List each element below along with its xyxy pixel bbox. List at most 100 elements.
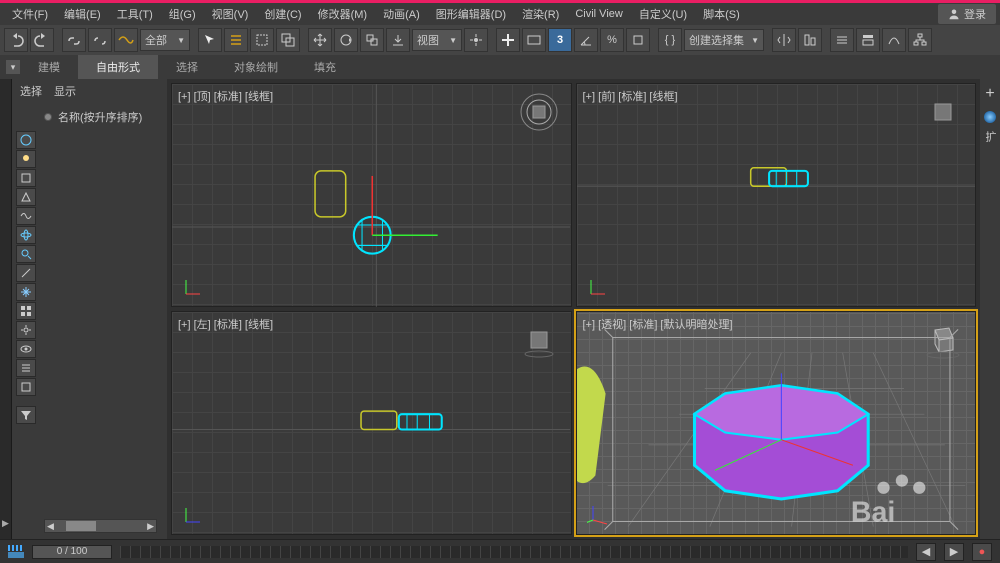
align-button[interactable] — [798, 28, 822, 52]
login-label: 登录 — [964, 6, 986, 22]
align-icon — [803, 33, 817, 47]
scene-h-scrollbar[interactable]: ◀ ▶ — [44, 519, 157, 533]
login-button[interactable]: 登录 — [938, 4, 996, 24]
select-by-name-button[interactable] — [224, 28, 248, 52]
menu-tools[interactable]: 工具(T) — [109, 4, 161, 24]
viewport-top[interactable]: [+] [顶] [标准] [线框] — [171, 83, 572, 307]
display-groups-button[interactable] — [16, 302, 36, 320]
menu-views[interactable]: 视图(V) — [204, 4, 257, 24]
display-bone-button[interactable] — [16, 245, 36, 263]
keyboard-shortcut-button[interactable] — [522, 28, 546, 52]
axis-gizmo-persp — [587, 502, 611, 526]
menu-custom[interactable]: 自定义(U) — [631, 4, 695, 24]
cmdpanel-expand-label[interactable]: 扩 — [982, 131, 998, 142]
tab-populate[interactable]: 填充 — [296, 55, 354, 79]
schematic-icon — [913, 33, 927, 47]
display-spacewarps-button[interactable] — [16, 226, 36, 244]
crossing-icon — [281, 33, 295, 47]
track-bar-toggle[interactable] — [8, 545, 24, 551]
percent-snap-button[interactable]: % — [600, 28, 624, 52]
bulb-icon — [20, 153, 32, 165]
redo-button[interactable] — [30, 28, 54, 52]
selection-filter-combo[interactable]: 全部▼ — [140, 29, 190, 51]
prev-key-button[interactable]: ◀ — [916, 543, 936, 561]
schematic-view-button[interactable] — [908, 28, 932, 52]
ribbon-minimize-button[interactable]: ▾ — [6, 60, 20, 74]
ref-coord-combo[interactable]: 视图▼ — [412, 29, 462, 51]
display-containers-button[interactable] — [16, 264, 36, 282]
display-none-button[interactable] — [16, 378, 36, 396]
tab-modeling[interactable]: 建模 — [20, 55, 78, 79]
viewport-perspective[interactable]: [+] [透视] [标准] [默认明暗处理] — [576, 311, 977, 535]
time-track[interactable] — [120, 546, 908, 558]
scene-tab-display[interactable]: 显示 — [54, 83, 76, 99]
pivot-center-button[interactable] — [464, 28, 488, 52]
select-move-button[interactable] — [308, 28, 332, 52]
angle-snap-button[interactable] — [574, 28, 598, 52]
tab-object-paint[interactable]: 对象绘制 — [216, 55, 296, 79]
menu-file[interactable]: 文件(F) — [4, 4, 56, 24]
curve-editor-button[interactable] — [882, 28, 906, 52]
scroll-right-arrow-icon[interactable]: ▶ — [147, 521, 154, 532]
menu-edit[interactable]: 编辑(E) — [56, 4, 109, 24]
tab-selection[interactable]: 选择 — [158, 55, 216, 79]
name-column-header[interactable]: 名称(按升序排序) — [44, 109, 157, 125]
scene-tab-select[interactable]: 选择 — [20, 83, 42, 99]
undo-button[interactable] — [4, 28, 28, 52]
next-key-button[interactable]: ▶ — [944, 543, 964, 561]
menu-civil[interactable]: Civil View — [567, 6, 630, 22]
track-bar-toggle-2[interactable] — [8, 552, 24, 558]
create-tab-icon[interactable]: + — [985, 85, 994, 103]
unlink-button[interactable] — [88, 28, 112, 52]
window-crossing-button[interactable] — [276, 28, 300, 52]
scroll-thumb[interactable] — [66, 521, 96, 531]
display-helpers-button[interactable] — [16, 207, 36, 225]
set-key-button[interactable]: ● — [972, 543, 992, 561]
play-indicator-icon: ▶ — [2, 518, 9, 529]
menu-script[interactable]: 脚本(S) — [695, 4, 748, 24]
modify-tab-icon[interactable] — [984, 111, 996, 123]
toggle-ribbon-button[interactable] — [856, 28, 880, 52]
display-geometry-button[interactable] — [16, 131, 36, 149]
menu-anim[interactable]: 动画(A) — [375, 4, 428, 24]
display-frozen-button[interactable] — [16, 283, 36, 301]
redo-icon — [34, 33, 50, 47]
spinner-snap-button[interactable] — [626, 28, 650, 52]
menu-graph[interactable]: 图形编辑器(D) — [428, 4, 514, 24]
select-rotate-button[interactable] — [334, 28, 358, 52]
named-selection-combo[interactable]: 创建选择集▼ — [684, 29, 764, 51]
viewport-front[interactable]: [+] [前] [标准] [线框] — [576, 83, 977, 307]
select-object-button[interactable] — [198, 28, 222, 52]
select-manipulate-button[interactable] — [496, 28, 520, 52]
time-slider[interactable]: 0 / 100 — [32, 545, 112, 559]
menu-group[interactable]: 组(G) — [161, 4, 204, 24]
edit-selection-set-button[interactable]: { } — [658, 28, 682, 52]
menu-render[interactable]: 渲染(R) — [514, 4, 567, 24]
ribbon-icon — [861, 33, 875, 47]
user-icon — [948, 8, 960, 20]
rect-region-button[interactable] — [250, 28, 274, 52]
menu-modifier[interactable]: 修改器(M) — [310, 4, 376, 24]
filter-button[interactable] — [16, 406, 36, 424]
display-xrefs-button[interactable] — [16, 321, 36, 339]
display-cameras-button[interactable] — [16, 188, 36, 206]
link-button[interactable] — [62, 28, 86, 52]
layer-explorer-button[interactable] — [830, 28, 854, 52]
viewport-left[interactable]: [+] [左] [标准] [线框] — [171, 311, 572, 535]
main-toolbar: 全部▼ 视图▼ 3 % { } 创建选择集▼ — [0, 25, 1000, 55]
left-dock-strip[interactable]: ▶ — [0, 79, 12, 539]
display-hidden-button[interactable] — [16, 340, 36, 358]
bind-space-warp-button[interactable] — [114, 28, 138, 52]
scroll-left-arrow-icon[interactable]: ◀ — [47, 521, 54, 532]
slash-icon — [20, 267, 32, 279]
display-shapes-button[interactable] — [16, 169, 36, 187]
menu-create[interactable]: 创建(C) — [256, 4, 309, 24]
select-place-button[interactable] — [386, 28, 410, 52]
select-scale-button[interactable] — [360, 28, 384, 52]
scene-explorer-panel: 选择 显示 — [12, 79, 167, 539]
mirror-button[interactable] — [772, 28, 796, 52]
snap-toggle-button[interactable]: 3 — [548, 28, 572, 52]
display-lights-button[interactable] — [16, 150, 36, 168]
display-all-button[interactable] — [16, 359, 36, 377]
tab-freeform[interactable]: 自由形式 — [78, 55, 158, 79]
